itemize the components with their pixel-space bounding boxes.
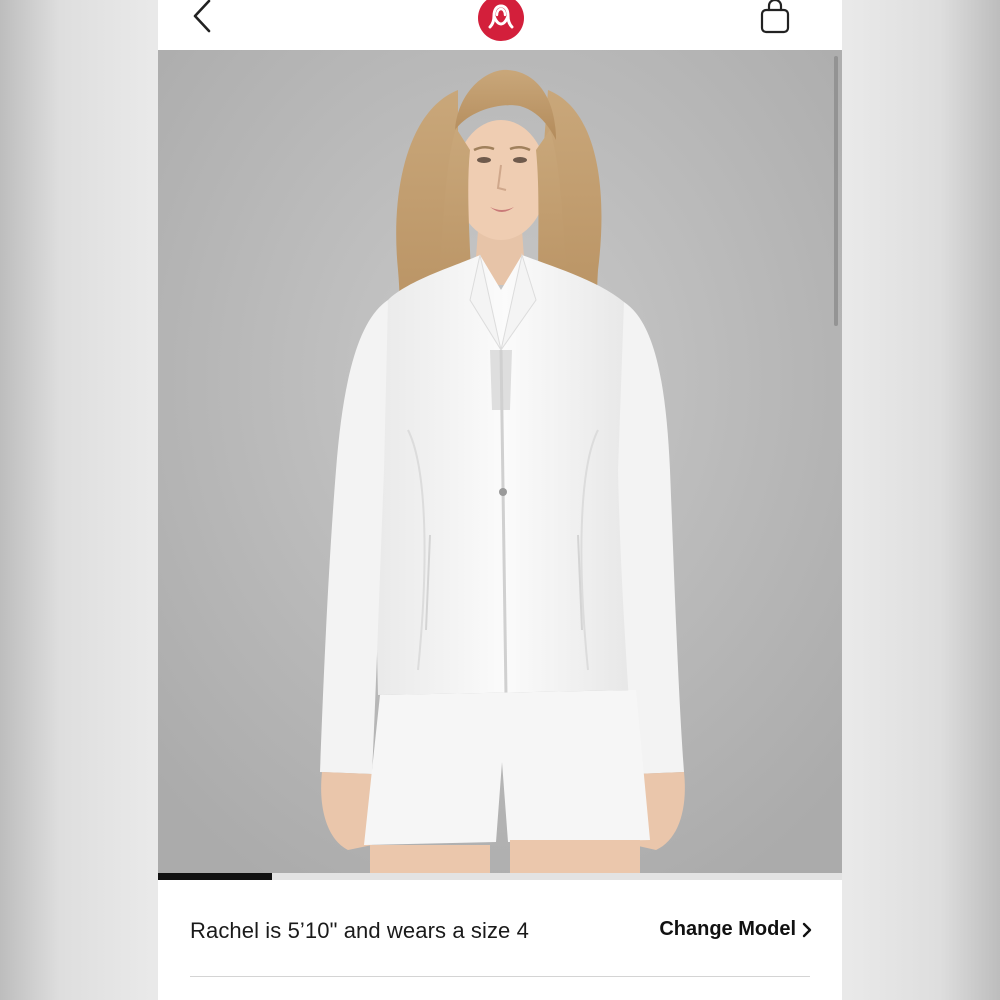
image-scrollbar[interactable]	[834, 56, 838, 326]
model-info-row: Rachel is 5’10" and wears a size 4 Chang…	[158, 896, 842, 968]
top-nav-bar	[158, 0, 842, 50]
gallery-progress-bar	[158, 873, 842, 880]
model-photo	[158, 50, 842, 873]
shopping-bag-button[interactable]	[754, 0, 796, 40]
product-page: Rachel is 5’10" and wears a size 4 Chang…	[158, 0, 842, 1000]
change-model-button[interactable]: Change Model	[659, 918, 812, 941]
gallery-progress-fill	[158, 873, 272, 880]
change-model-label: Change Model	[659, 918, 796, 940]
section-divider	[190, 976, 810, 977]
shopping-bag-icon	[760, 0, 790, 34]
product-image[interactable]	[158, 50, 842, 873]
back-button[interactable]	[182, 0, 222, 38]
chevron-left-icon	[193, 0, 211, 33]
chevron-right-icon	[802, 922, 812, 938]
lululemon-logo-icon	[478, 0, 524, 41]
model-size-info: Rachel is 5’10" and wears a size 4	[190, 918, 529, 943]
brand-logo[interactable]	[477, 0, 525, 42]
